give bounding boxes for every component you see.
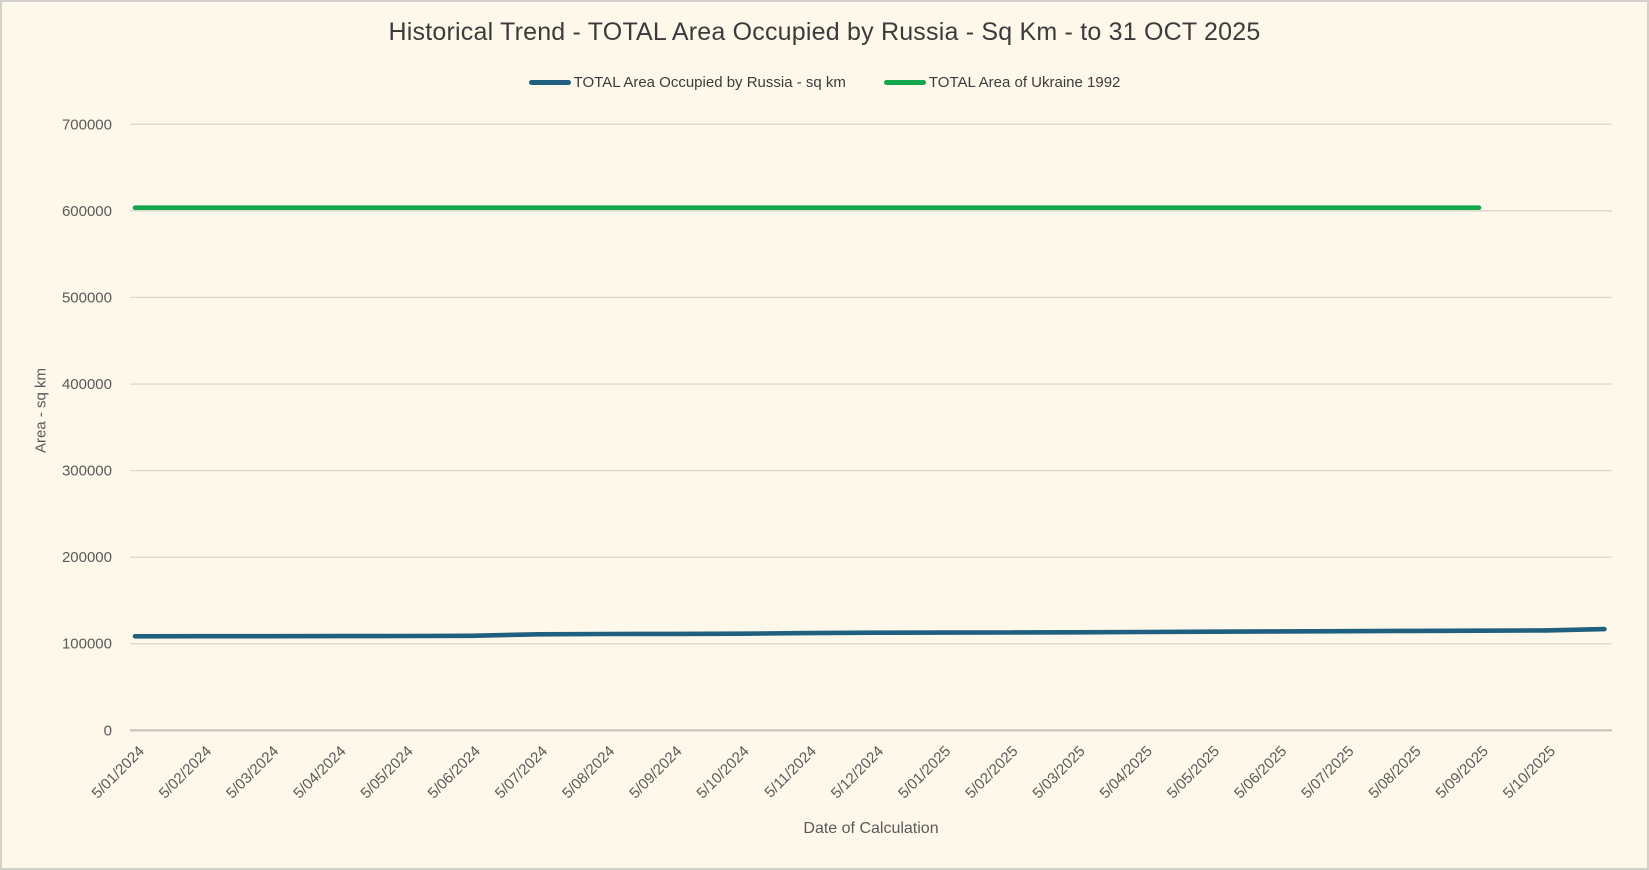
x-tick-label: 5/03/2025	[1029, 743, 1088, 802]
y-tick-label: 400000	[62, 376, 112, 393]
x-tick-label: 5/02/2024	[156, 743, 215, 802]
x-tick-label: 5/04/2025	[1097, 743, 1156, 802]
y-tick-label: 300000	[62, 463, 112, 480]
chart-frame: Historical Trend - TOTAL Area Occupied b…	[0, 0, 1649, 870]
x-tick-label: 5/01/2024	[89, 743, 148, 802]
x-tick-label: 5/07/2024	[492, 743, 551, 802]
y-tick-label: 700000	[62, 116, 112, 133]
x-tick-label: 5/03/2024	[223, 743, 282, 802]
y-tick-label: 0	[104, 722, 112, 739]
x-tick-label: 5/01/2025	[895, 743, 954, 802]
x-tick-label: 5/06/2025	[1231, 743, 1290, 802]
x-tick-label: 5/11/2024	[761, 743, 819, 801]
y-tick-label: 500000	[62, 289, 112, 306]
x-tick-label: 5/07/2025	[1298, 743, 1357, 802]
x-tick-label: 5/10/2025	[1500, 743, 1559, 802]
y-tick-label: 200000	[62, 549, 112, 566]
x-tick-label: 5/09/2024	[626, 743, 685, 802]
x-axis-title: Date of Calculation	[130, 820, 1612, 838]
y-axis-title: Area - sq km	[33, 346, 50, 476]
series-line-russia	[135, 629, 1604, 636]
x-tick-label: 5/08/2025	[1365, 743, 1424, 802]
x-tick-label: 5/08/2024	[559, 743, 618, 802]
x-tick-label: 5/06/2024	[425, 743, 484, 802]
x-tick-label: 5/02/2025	[962, 743, 1021, 802]
plot-area: 0 100000 200000 300000 400000 500000 600000 700…	[2, 2, 1649, 870]
y-tick-label: 600000	[62, 203, 112, 220]
x-tick-label: 5/05/2025	[1164, 743, 1223, 802]
x-tick-label: 5/10/2024	[693, 743, 752, 802]
y-tick-label: 100000	[62, 636, 112, 653]
x-tick-label: 5/05/2024	[357, 743, 416, 802]
x-tick-label: 5/09/2025	[1433, 743, 1492, 802]
x-tick-label: 5/04/2024	[290, 743, 349, 802]
x-tick-label: 5/12/2024	[828, 743, 887, 802]
